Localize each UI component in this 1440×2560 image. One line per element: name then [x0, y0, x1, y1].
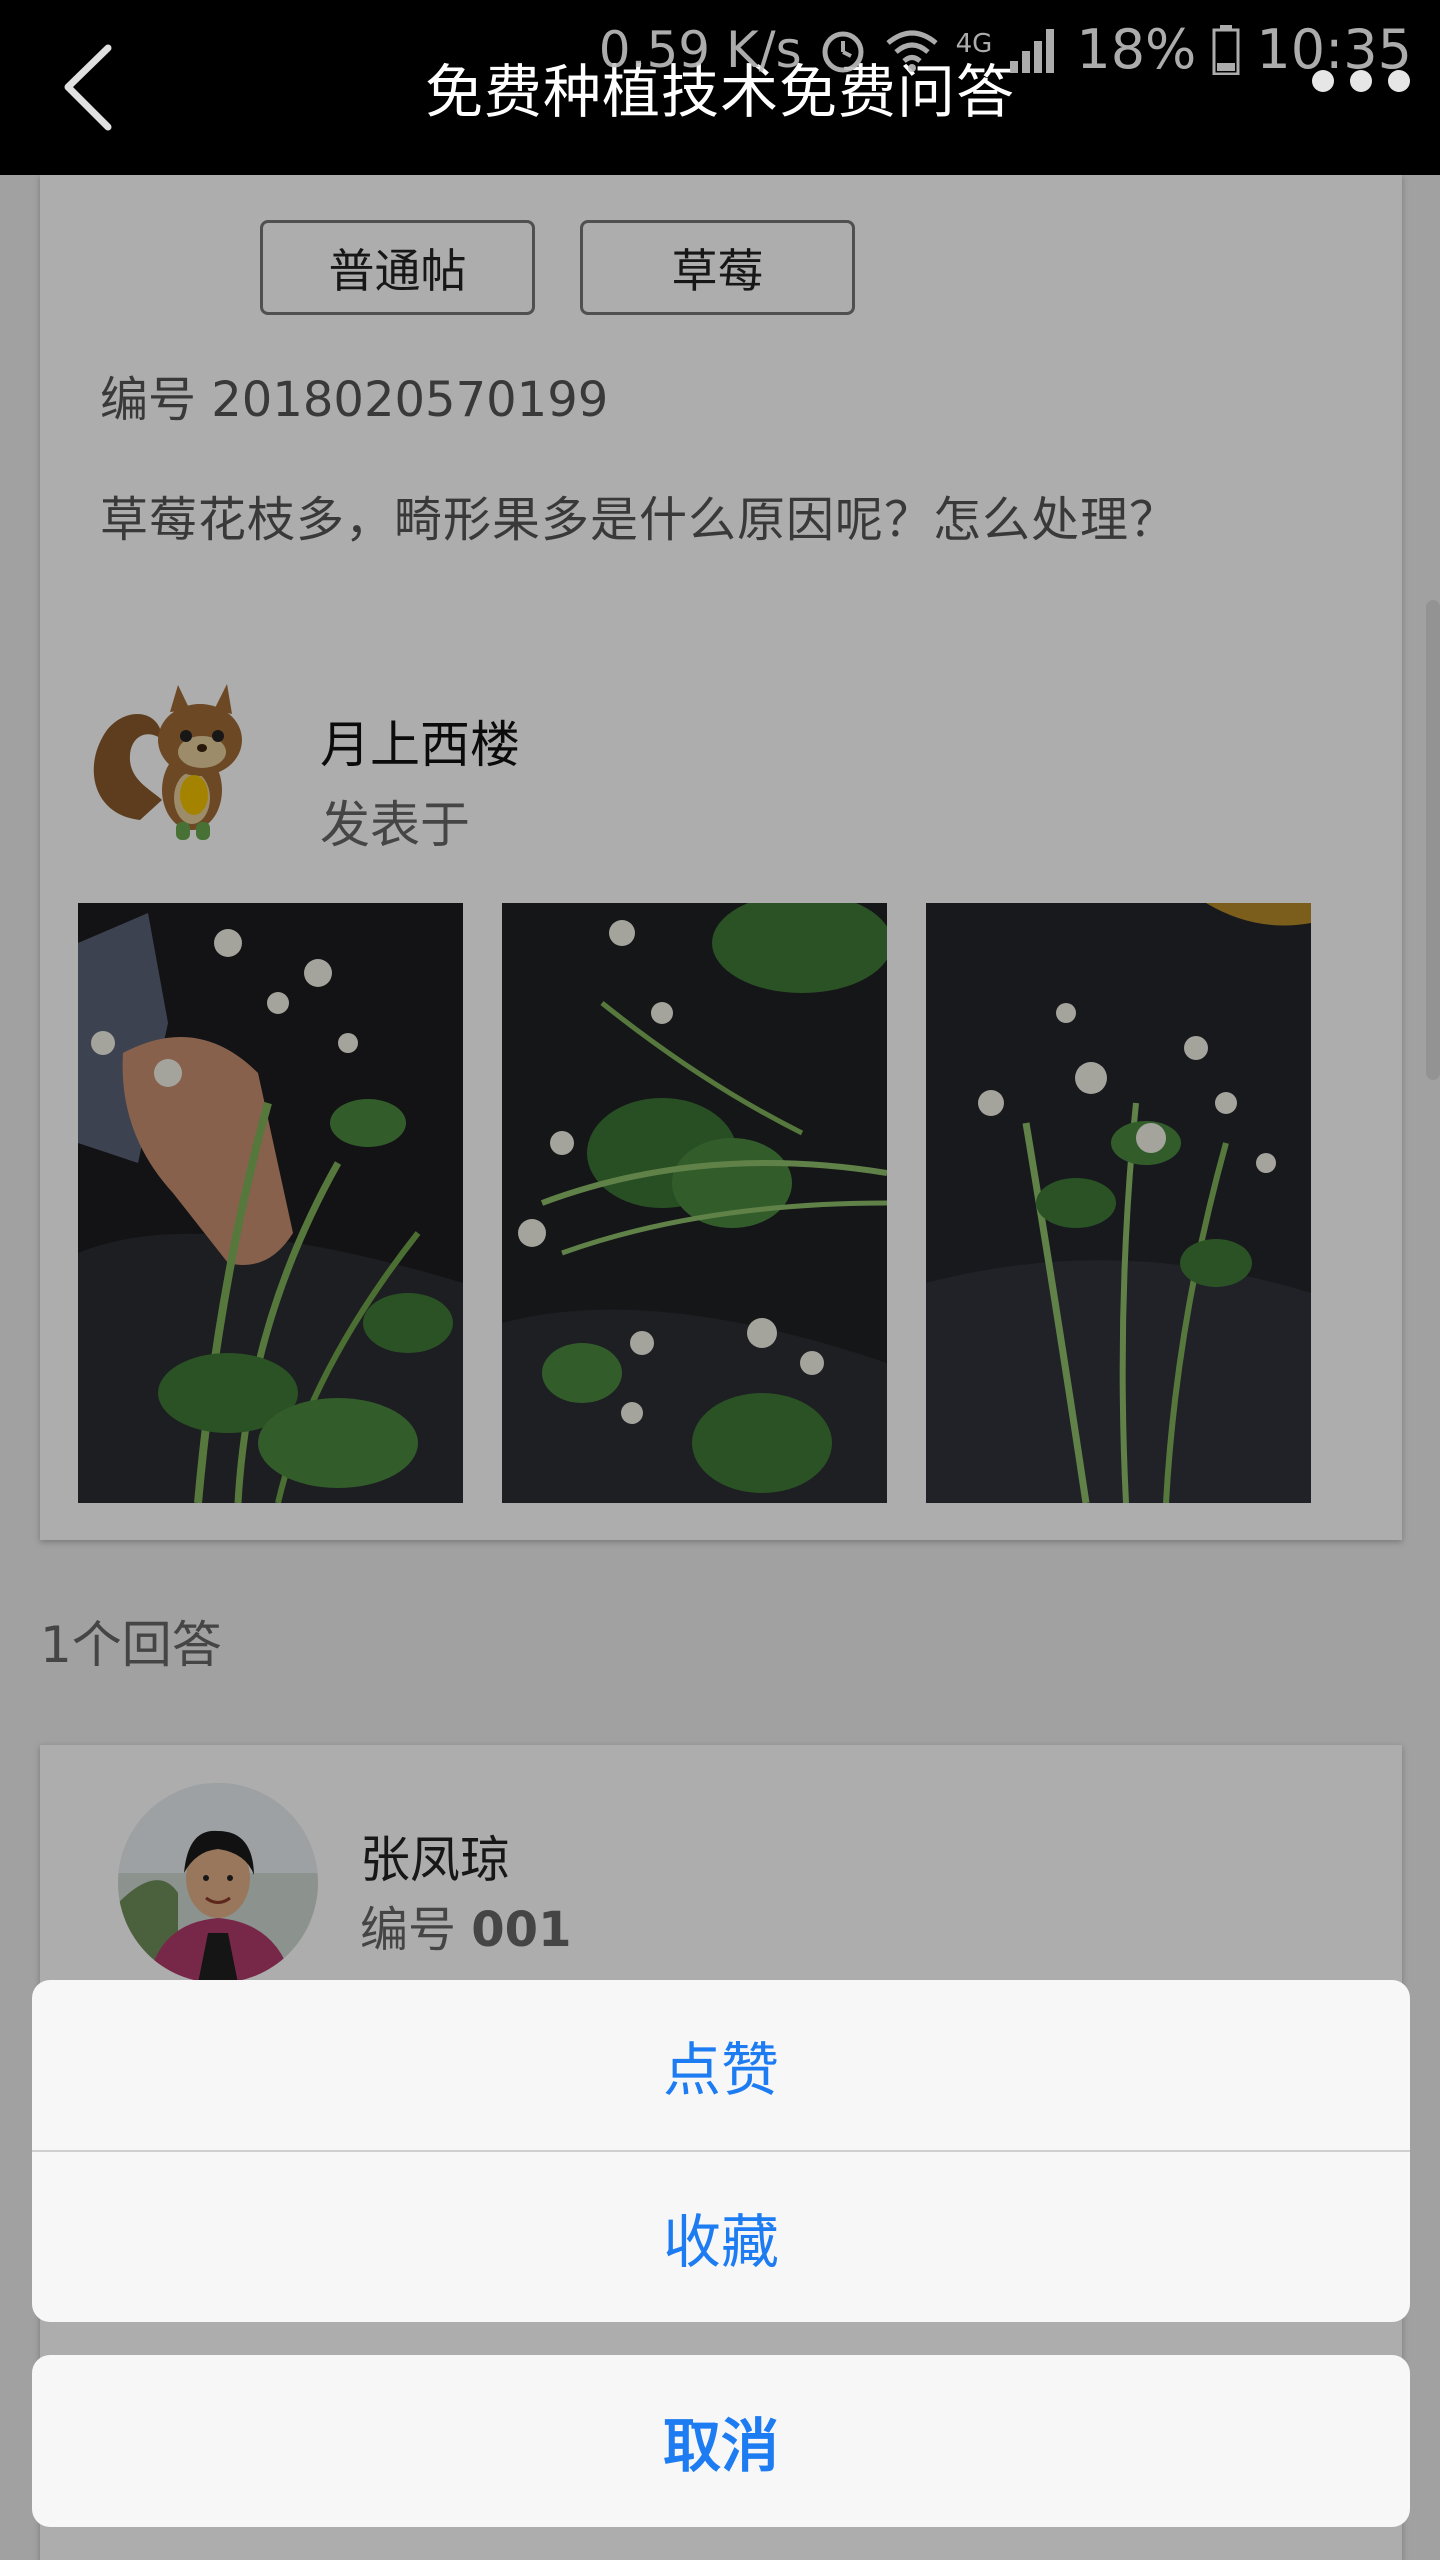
network-type: 4G — [955, 28, 993, 59]
screen: 免费种植技术免费问答 0.59 K/s 4G 18% 10:35 普通帖 草莓 … — [0, 0, 1440, 2560]
battery-icon — [1212, 24, 1240, 75]
favorite-button[interactable]: 收藏 — [32, 2152, 1410, 2322]
more-options-icon[interactable] — [1312, 70, 1410, 92]
like-button[interactable]: 点赞 — [32, 1980, 1410, 2150]
battery-percent: 18% — [1076, 18, 1197, 81]
more-dot — [1312, 70, 1334, 92]
network-speed: 0.59 K/s — [598, 20, 802, 79]
app-header: 免费种植技术免费问答 0.59 K/s 4G 18% 10:35 — [0, 0, 1440, 175]
wifi-icon — [886, 30, 938, 72]
status-bar: 0.59 K/s 4G 18% 10:35 — [599, 18, 1412, 81]
signal-icon — [1010, 28, 1055, 73]
action-sheet: 点赞 收藏 — [32, 1980, 1410, 2322]
more-dot — [1388, 70, 1410, 92]
cancel-button[interactable]: 取消 — [32, 2355, 1410, 2527]
action-sheet-cancel: 取消 — [32, 2355, 1410, 2527]
more-dot — [1350, 70, 1372, 92]
alarm-icon — [822, 31, 864, 72]
